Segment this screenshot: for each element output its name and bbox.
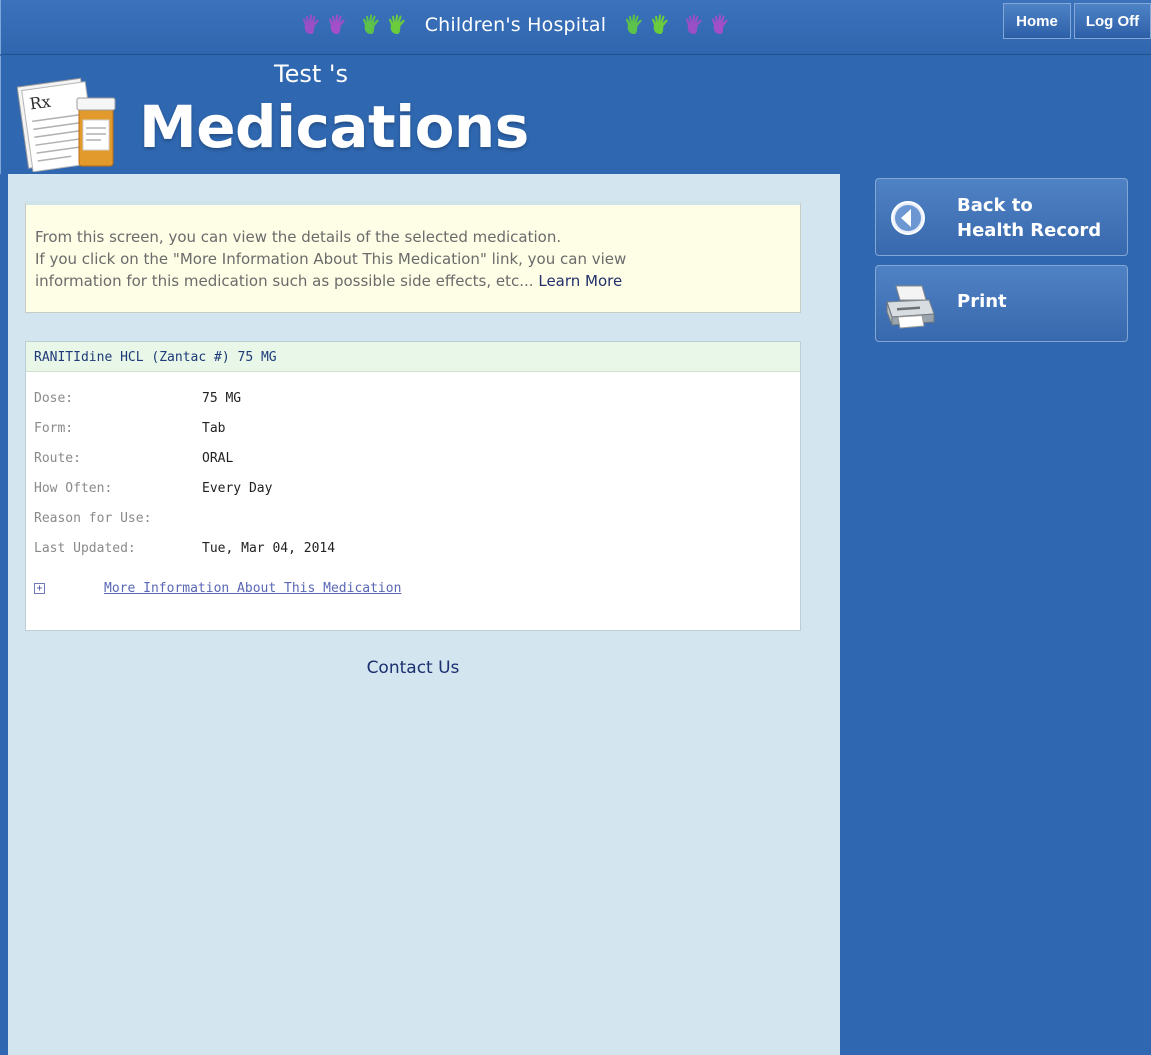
print-button[interactable]: Print xyxy=(875,265,1128,342)
medication-title: RANITIdine HCL (Zantac #) 75 MG xyxy=(26,342,800,372)
owner-first-name: Test xyxy=(274,60,322,88)
detail-value: Tue, Mar 04, 2014 xyxy=(202,541,336,556)
back-arrow-icon xyxy=(891,201,925,235)
info-line-3-text: information for this medication such as … xyxy=(35,272,534,290)
back-label-line-2: Health Record xyxy=(957,220,1102,241)
printer-icon xyxy=(886,285,935,329)
detail-value: Tab xyxy=(202,421,226,436)
back-label-line-1: Back to xyxy=(957,195,1033,216)
medication-detail-panel: RANITIdine HCL (Zantac #) 75 MG Dose: 75… xyxy=(25,341,801,631)
info-line-2: If you click on the "More Information Ab… xyxy=(35,250,627,268)
learn-more-link[interactable]: Learn More xyxy=(538,272,622,290)
detail-label: Route: xyxy=(34,451,81,466)
log-off-button[interactable]: Log Off xyxy=(1074,3,1151,39)
detail-label: Reason for Use: xyxy=(34,511,152,526)
back-button-label: Back to Health Record xyxy=(957,193,1127,243)
print-button-label: Print xyxy=(957,291,1007,312)
detail-value: ORAL xyxy=(202,451,234,466)
plus-expand-icon[interactable]: + xyxy=(34,583,45,594)
detail-label: Last Updated: xyxy=(34,541,136,556)
owner-possessive: 's xyxy=(328,60,349,88)
svg-text:Rx: Rx xyxy=(28,92,52,114)
info-box: From this screen, you can view the detai… xyxy=(25,201,801,313)
page-title: Medications xyxy=(139,93,529,161)
top-banner xyxy=(0,0,1151,55)
rx-prescription-icon: Rx xyxy=(17,77,116,172)
home-button[interactable]: Home xyxy=(1003,3,1071,39)
info-line-3: information for this medication such as … xyxy=(35,270,795,292)
more-info-link[interactable]: More Information About This Medication xyxy=(104,581,401,596)
back-to-health-record-button[interactable]: Back to Health Record xyxy=(875,178,1128,256)
record-owner-name: Test 's xyxy=(274,60,348,88)
info-line-1: From this screen, you can view the detai… xyxy=(35,228,562,246)
detail-label: Dose: xyxy=(34,391,74,406)
main-content: From this screen, you can view the detai… xyxy=(8,174,840,1055)
detail-label: How Often: xyxy=(34,481,113,496)
info-text: From this screen, you can view the detai… xyxy=(35,226,795,292)
detail-label: Form: xyxy=(34,421,74,436)
detail-value: Every Day xyxy=(202,481,273,496)
contact-us-link[interactable]: Contact Us xyxy=(25,658,801,678)
detail-value: 75 MG xyxy=(202,391,242,406)
page-header: Rx Test 's Medications xyxy=(0,56,1151,174)
